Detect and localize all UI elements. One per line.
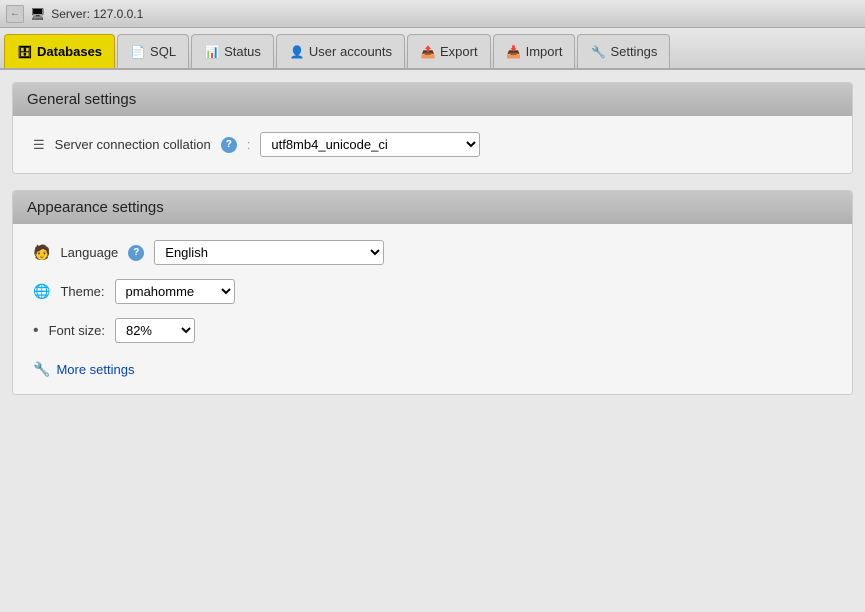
general-settings-body: ☰ Server connection collation ? : utf8mb… [13, 116, 852, 173]
general-settings-header: General settings [13, 83, 852, 116]
tab-sql[interactable]: 📄 SQL [117, 34, 189, 68]
fontsize-label: Font size: [49, 323, 105, 338]
import-icon: 📥 [506, 44, 522, 60]
general-settings-section: General settings ☰ Server connection col… [12, 82, 853, 174]
collation-help-icon[interactable]: ? [221, 137, 237, 153]
more-settings-icon: 🔧 [33, 361, 50, 378]
tab-user-accounts[interactable]: 👤 User accounts [276, 34, 405, 68]
collation-row: ☰ Server connection collation ? : utf8mb… [33, 132, 832, 157]
theme-select[interactable]: pmahomme original metro [115, 279, 235, 304]
tab-settings[interactable]: 🔧 Settings [577, 34, 670, 68]
tab-bar: 🗄 Databases 📄 SQL 📊 Status 👤 User accoun… [0, 28, 865, 70]
sql-icon: 📄 [130, 44, 146, 60]
language-icon: 🧑 [33, 244, 50, 261]
tab-import-label: Import [526, 44, 563, 59]
language-row: 🧑 Language ? English French German Spani… [33, 240, 832, 265]
theme-row: 🌐 Theme: pmahomme original metro [33, 279, 832, 304]
fontsize-row: • Font size: 75% 82% 90% 100% 110% [33, 318, 832, 343]
more-settings-row: 🔧 More settings [33, 357, 832, 378]
tab-status[interactable]: 📊 Status [191, 34, 274, 68]
collation-label: Server connection collation [55, 137, 211, 152]
title-bar-text: Server: 127.0.0.1 [51, 7, 143, 21]
fontsize-select[interactable]: 75% 82% 90% 100% 110% [115, 318, 195, 343]
language-select[interactable]: English French German Spanish Italian [154, 240, 384, 265]
tab-user-accounts-label: User accounts [309, 44, 392, 59]
theme-label: Theme: [60, 284, 104, 299]
tab-status-label: Status [224, 44, 261, 59]
appearance-settings-body: 🧑 Language ? English French German Spani… [13, 224, 852, 394]
tab-sql-label: SQL [150, 44, 176, 59]
user-accounts-icon: 👤 [289, 44, 305, 60]
tab-settings-label: Settings [610, 44, 657, 59]
databases-icon: 🗄 [17, 44, 33, 60]
tab-export[interactable]: 📤 Export [407, 34, 491, 68]
collation-icon: ☰ [33, 137, 45, 153]
collation-select[interactable]: utf8mb4_unicode_ci utf8_general_ci latin… [260, 132, 480, 157]
language-label: Language [60, 245, 118, 260]
appearance-settings-header: Appearance settings [13, 191, 852, 224]
appearance-settings-section: Appearance settings 🧑 Language ? English… [12, 190, 853, 395]
back-button[interactable]: ← [6, 5, 24, 23]
more-settings-link[interactable]: 🔧 More settings [33, 361, 134, 378]
tab-import[interactable]: 📥 Import [493, 34, 576, 68]
title-bar: ← 🖥 Server: 127.0.0.1 [0, 0, 865, 28]
tab-databases[interactable]: 🗄 Databases [4, 34, 115, 68]
theme-icon: 🌐 [33, 283, 50, 300]
status-icon: 📊 [204, 44, 220, 60]
settings-icon: 🔧 [590, 44, 606, 60]
main-content: General settings ☰ Server connection col… [0, 70, 865, 612]
export-icon: 📤 [420, 44, 436, 60]
fontsize-bullet: • [33, 322, 39, 340]
tab-databases-label: Databases [37, 44, 102, 59]
tab-export-label: Export [440, 44, 478, 59]
language-help-icon[interactable]: ? [128, 245, 144, 261]
